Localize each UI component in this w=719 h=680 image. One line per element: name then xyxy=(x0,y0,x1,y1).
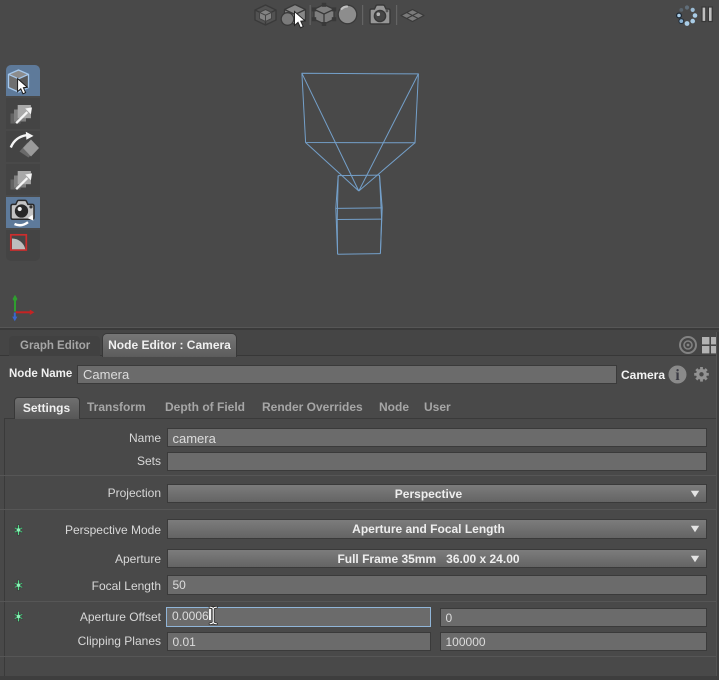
svg-text:i: i xyxy=(675,367,680,384)
